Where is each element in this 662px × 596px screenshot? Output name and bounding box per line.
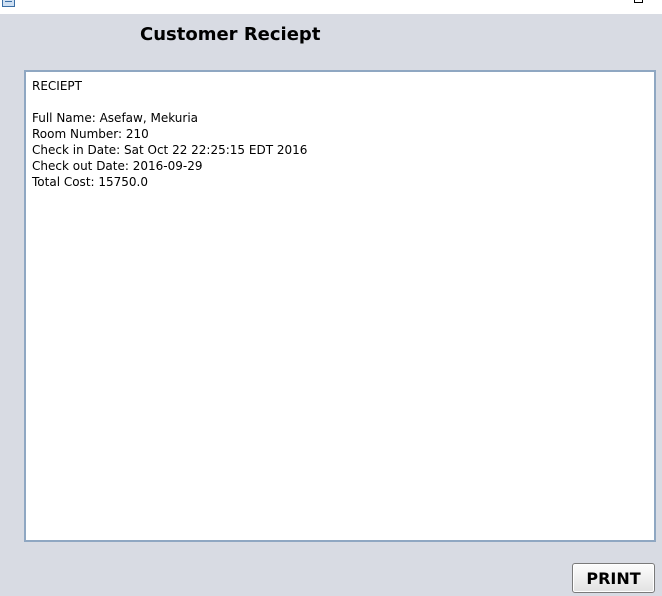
app-window-icon[interactable] xyxy=(2,0,15,7)
window-title-bar xyxy=(0,0,662,14)
print-button[interactable]: PRINT xyxy=(572,563,655,593)
receipt-text-area[interactable]: RECIEPT Full Name: Asefaw, Mekuria Room … xyxy=(24,70,656,542)
receipt-title: RECIEPT xyxy=(32,79,82,93)
receipt-room-number: Room Number: 210 xyxy=(32,127,149,141)
receipt-check-in-date: Check in Date: Sat Oct 22 22:25:15 EDT 2… xyxy=(32,143,308,157)
receipt-blank-line xyxy=(32,94,648,110)
maximize-icon[interactable] xyxy=(634,0,643,3)
receipt-check-out-date: Check out Date: 2016-09-29 xyxy=(32,159,203,173)
receipt-total-cost: Total Cost: 15750.0 xyxy=(32,175,148,189)
receipt-full-name: Full Name: Asefaw, Mekuria xyxy=(32,111,199,125)
page-title: Customer Reciept xyxy=(140,24,321,45)
